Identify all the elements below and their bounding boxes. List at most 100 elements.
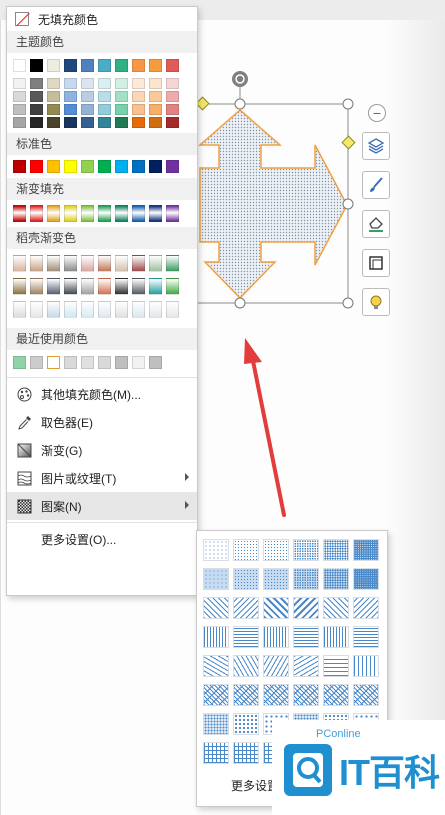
theme-tone-swatch[interactable] xyxy=(30,104,43,115)
recent-color-swatch[interactable] xyxy=(98,356,111,369)
more-settings-item[interactable]: 更多设置(O)... xyxy=(7,525,197,553)
standard-color-swatch[interactable] xyxy=(166,160,179,173)
theme-tone-swatch[interactable] xyxy=(47,117,60,128)
pattern-swatch[interactable] xyxy=(263,684,289,706)
theme-tone-swatch[interactable] xyxy=(166,78,179,89)
standard-color-swatch[interactable] xyxy=(115,160,128,173)
gradient-fill-swatch[interactable] xyxy=(30,205,43,222)
recent-color-swatch[interactable] xyxy=(47,356,60,369)
pattern-swatch[interactable] xyxy=(293,655,319,677)
theme-tone-swatch[interactable] xyxy=(132,78,145,89)
standard-color-swatch[interactable] xyxy=(30,160,43,173)
gradient-fill-swatch[interactable] xyxy=(47,205,60,222)
shell-gradient-swatch[interactable] xyxy=(149,301,162,318)
pattern-swatch[interactable] xyxy=(353,684,379,706)
pattern-swatch[interactable] xyxy=(293,597,319,619)
theme-color-swatch[interactable] xyxy=(98,59,111,72)
frame-button[interactable] xyxy=(362,249,390,277)
pattern-swatch[interactable] xyxy=(293,626,319,648)
standard-color-swatch[interactable] xyxy=(81,160,94,173)
pattern-swatch[interactable] xyxy=(203,568,229,590)
theme-tone-swatch[interactable] xyxy=(149,78,162,89)
theme-tone-swatch[interactable] xyxy=(64,117,77,128)
shell-gradient-swatch[interactable] xyxy=(81,301,94,318)
shell-gradient-swatch[interactable] xyxy=(132,278,145,295)
shell-gradient-swatch[interactable] xyxy=(132,255,145,272)
theme-color-swatch[interactable] xyxy=(30,59,43,72)
theme-tone-swatch[interactable] xyxy=(47,104,60,115)
theme-tone-swatch[interactable] xyxy=(81,104,94,115)
theme-tone-swatch[interactable] xyxy=(64,104,77,115)
pattern-swatch[interactable] xyxy=(323,684,349,706)
gradient-fill-swatch[interactable] xyxy=(98,205,111,222)
shell-gradient-swatch[interactable] xyxy=(81,278,94,295)
theme-tone-swatch[interactable] xyxy=(98,91,111,102)
gradient-fill-swatch[interactable] xyxy=(115,205,128,222)
theme-tone-swatch[interactable] xyxy=(115,91,128,102)
pattern-swatch[interactable] xyxy=(233,742,259,764)
standard-color-swatch[interactable] xyxy=(64,160,77,173)
recent-color-swatch[interactable] xyxy=(64,356,77,369)
theme-tone-swatch[interactable] xyxy=(81,91,94,102)
theme-tone-swatch[interactable] xyxy=(13,117,26,128)
pattern-swatch[interactable] xyxy=(203,597,229,619)
theme-tone-swatch[interactable] xyxy=(64,91,77,102)
pattern-swatch[interactable] xyxy=(203,684,229,706)
pattern-swatch[interactable] xyxy=(203,713,229,735)
theme-tone-swatch[interactable] xyxy=(115,78,128,89)
shell-gradient-swatch[interactable] xyxy=(13,255,26,272)
pattern-swatch[interactable] xyxy=(233,626,259,648)
theme-tone-swatch[interactable] xyxy=(13,91,26,102)
shell-gradient-swatch[interactable] xyxy=(115,278,128,295)
pattern-swatch[interactable] xyxy=(353,539,379,561)
standard-color-swatch[interactable] xyxy=(149,160,162,173)
standard-color-swatch[interactable] xyxy=(132,160,145,173)
theme-tone-swatch[interactable] xyxy=(64,78,77,89)
recent-color-swatch[interactable] xyxy=(115,356,128,369)
theme-tone-swatch[interactable] xyxy=(132,91,145,102)
shell-gradient-swatch[interactable] xyxy=(115,255,128,272)
theme-color-swatch[interactable] xyxy=(64,59,77,72)
theme-tone-swatch[interactable] xyxy=(166,91,179,102)
theme-color-swatch[interactable] xyxy=(81,59,94,72)
theme-tone-swatch[interactable] xyxy=(132,117,145,128)
shell-gradient-swatch[interactable] xyxy=(47,301,60,318)
pattern-swatch[interactable] xyxy=(233,713,259,735)
pattern-swatch[interactable] xyxy=(263,655,289,677)
pattern-swatch[interactable] xyxy=(323,626,349,648)
pattern-swatch[interactable] xyxy=(233,597,259,619)
shell-gradient-swatch[interactable] xyxy=(98,301,111,318)
pattern-swatch[interactable] xyxy=(263,568,289,590)
theme-tone-swatch[interactable] xyxy=(13,104,26,115)
pattern-swatch[interactable] xyxy=(203,539,229,561)
shell-gradient-swatch[interactable] xyxy=(166,278,179,295)
pattern-swatch[interactable] xyxy=(323,655,349,677)
pattern-swatch[interactable] xyxy=(353,655,379,677)
gradient-item[interactable]: 渐变(G) xyxy=(7,436,197,464)
pattern-swatch[interactable] xyxy=(293,539,319,561)
shell-gradient-swatch[interactable] xyxy=(115,301,128,318)
pattern-swatch[interactable] xyxy=(323,597,349,619)
pattern-swatch[interactable] xyxy=(293,568,319,590)
theme-color-swatch[interactable] xyxy=(47,59,60,72)
gradient-fill-swatch[interactable] xyxy=(149,205,162,222)
shell-gradient-swatch[interactable] xyxy=(64,255,77,272)
pattern-swatch[interactable] xyxy=(353,597,379,619)
theme-color-swatch[interactable] xyxy=(149,59,162,72)
theme-tone-swatch[interactable] xyxy=(149,104,162,115)
gradient-fill-swatch[interactable] xyxy=(166,205,179,222)
pattern-swatch[interactable] xyxy=(203,742,229,764)
collapse-icon[interactable]: − xyxy=(368,104,386,122)
cross-arrow-shape[interactable] xyxy=(198,109,348,300)
standard-color-swatch[interactable] xyxy=(98,160,111,173)
eyedropper-item[interactable]: 取色器(E) xyxy=(7,408,197,436)
theme-color-swatch[interactable] xyxy=(13,59,26,72)
shell-gradient-swatch[interactable] xyxy=(30,278,43,295)
picture-texture-item[interactable]: 图片或纹理(T) xyxy=(7,464,197,492)
pattern-swatch[interactable] xyxy=(263,626,289,648)
recent-color-swatch[interactable] xyxy=(132,356,145,369)
theme-tone-swatch[interactable] xyxy=(30,78,43,89)
theme-tone-swatch[interactable] xyxy=(98,78,111,89)
pattern-swatch[interactable] xyxy=(353,626,379,648)
pattern-swatch[interactable] xyxy=(203,626,229,648)
